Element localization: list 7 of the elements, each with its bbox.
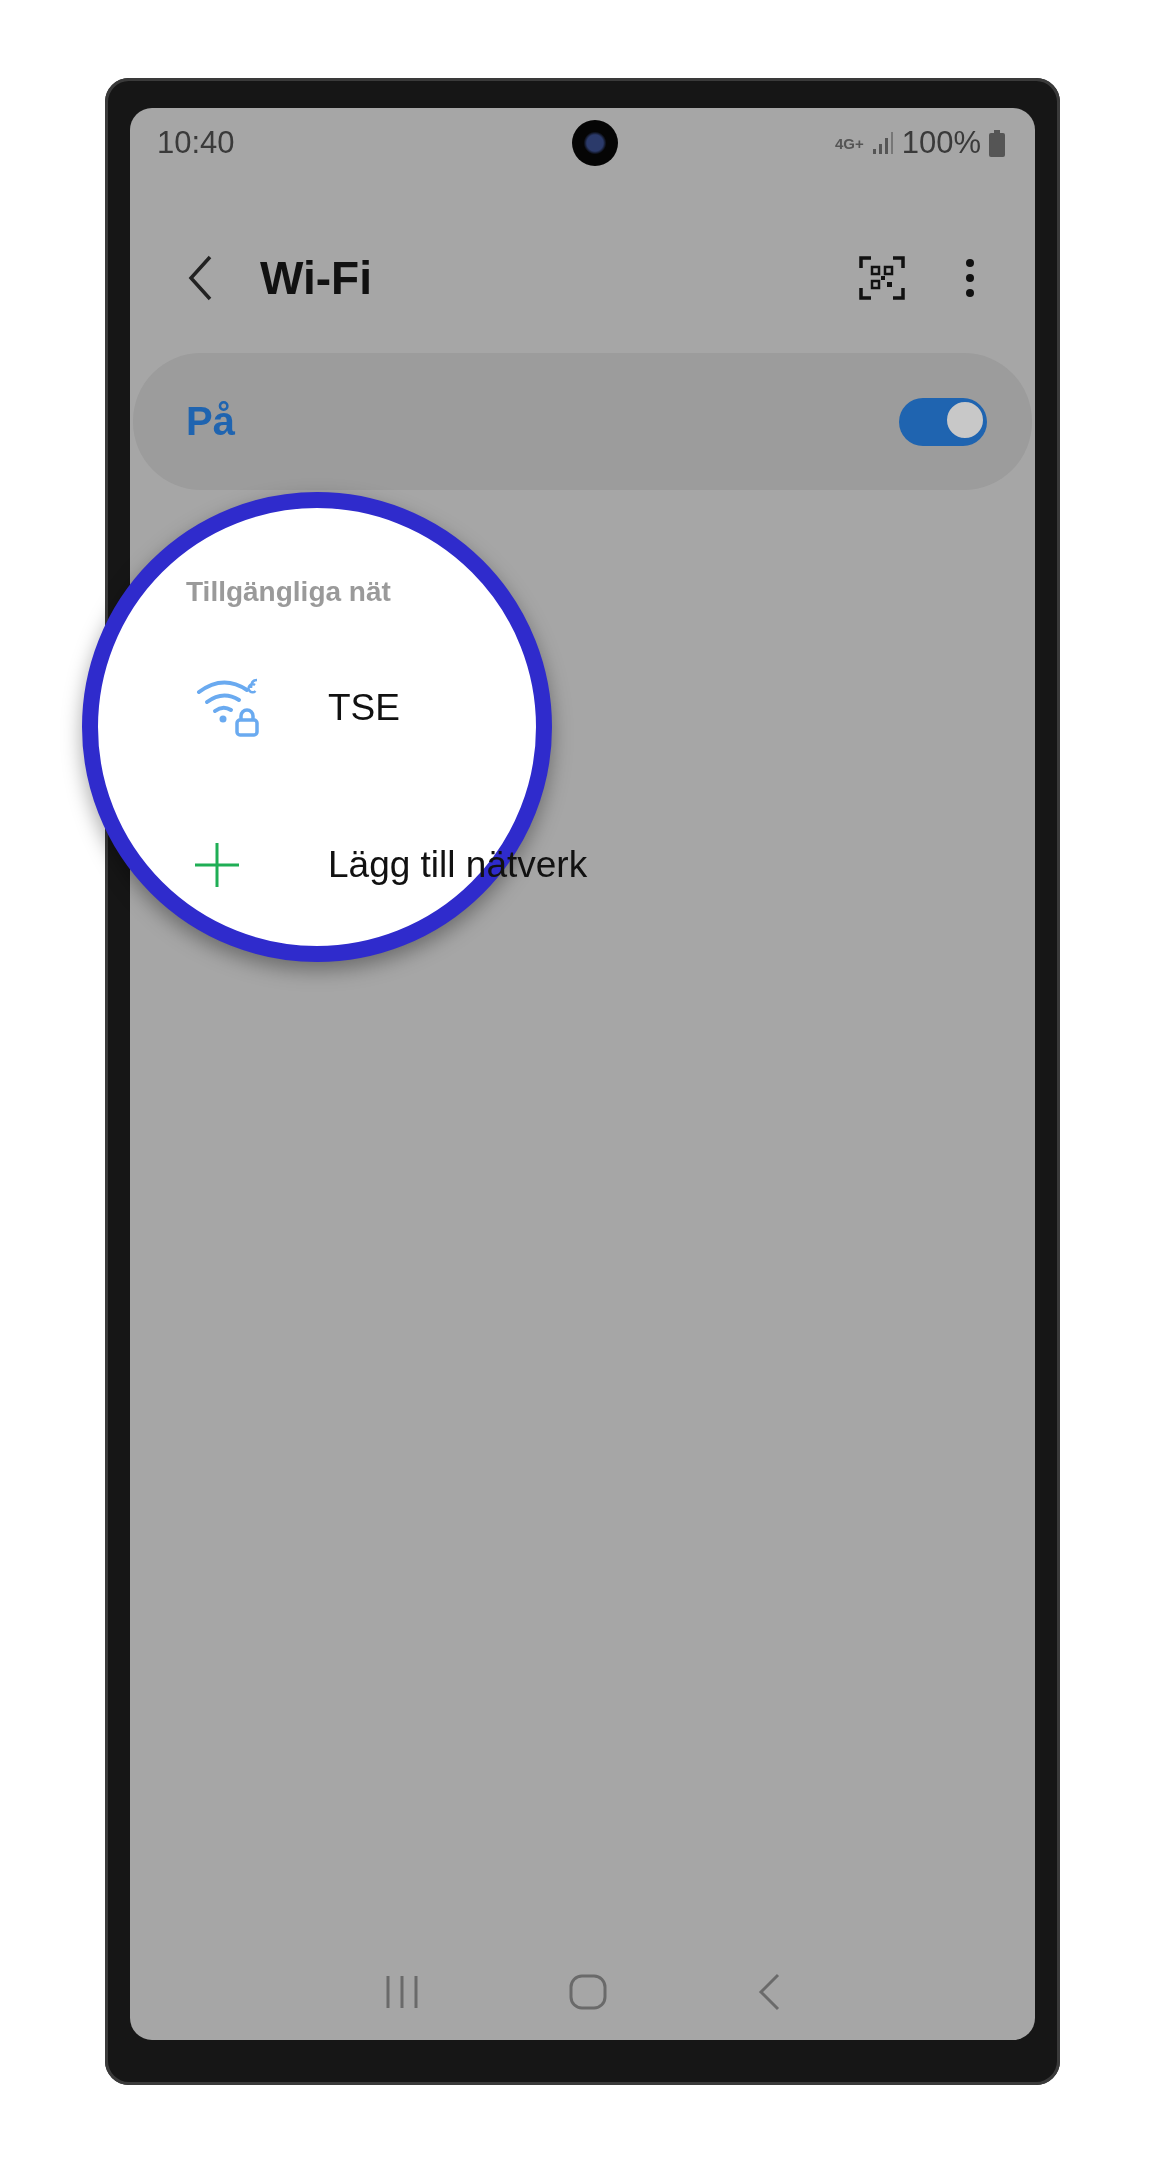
status-time: 10:40 bbox=[157, 125, 235, 161]
switch-label: På bbox=[186, 399, 235, 444]
screen-title: Wi-Fi bbox=[260, 251, 372, 305]
network-name[interactable]: TSE bbox=[328, 687, 400, 729]
network-type: 4G+ bbox=[834, 134, 864, 152]
battery-level: 100% bbox=[901, 125, 981, 161]
section-title: Tillgängliga nät bbox=[186, 575, 391, 609]
